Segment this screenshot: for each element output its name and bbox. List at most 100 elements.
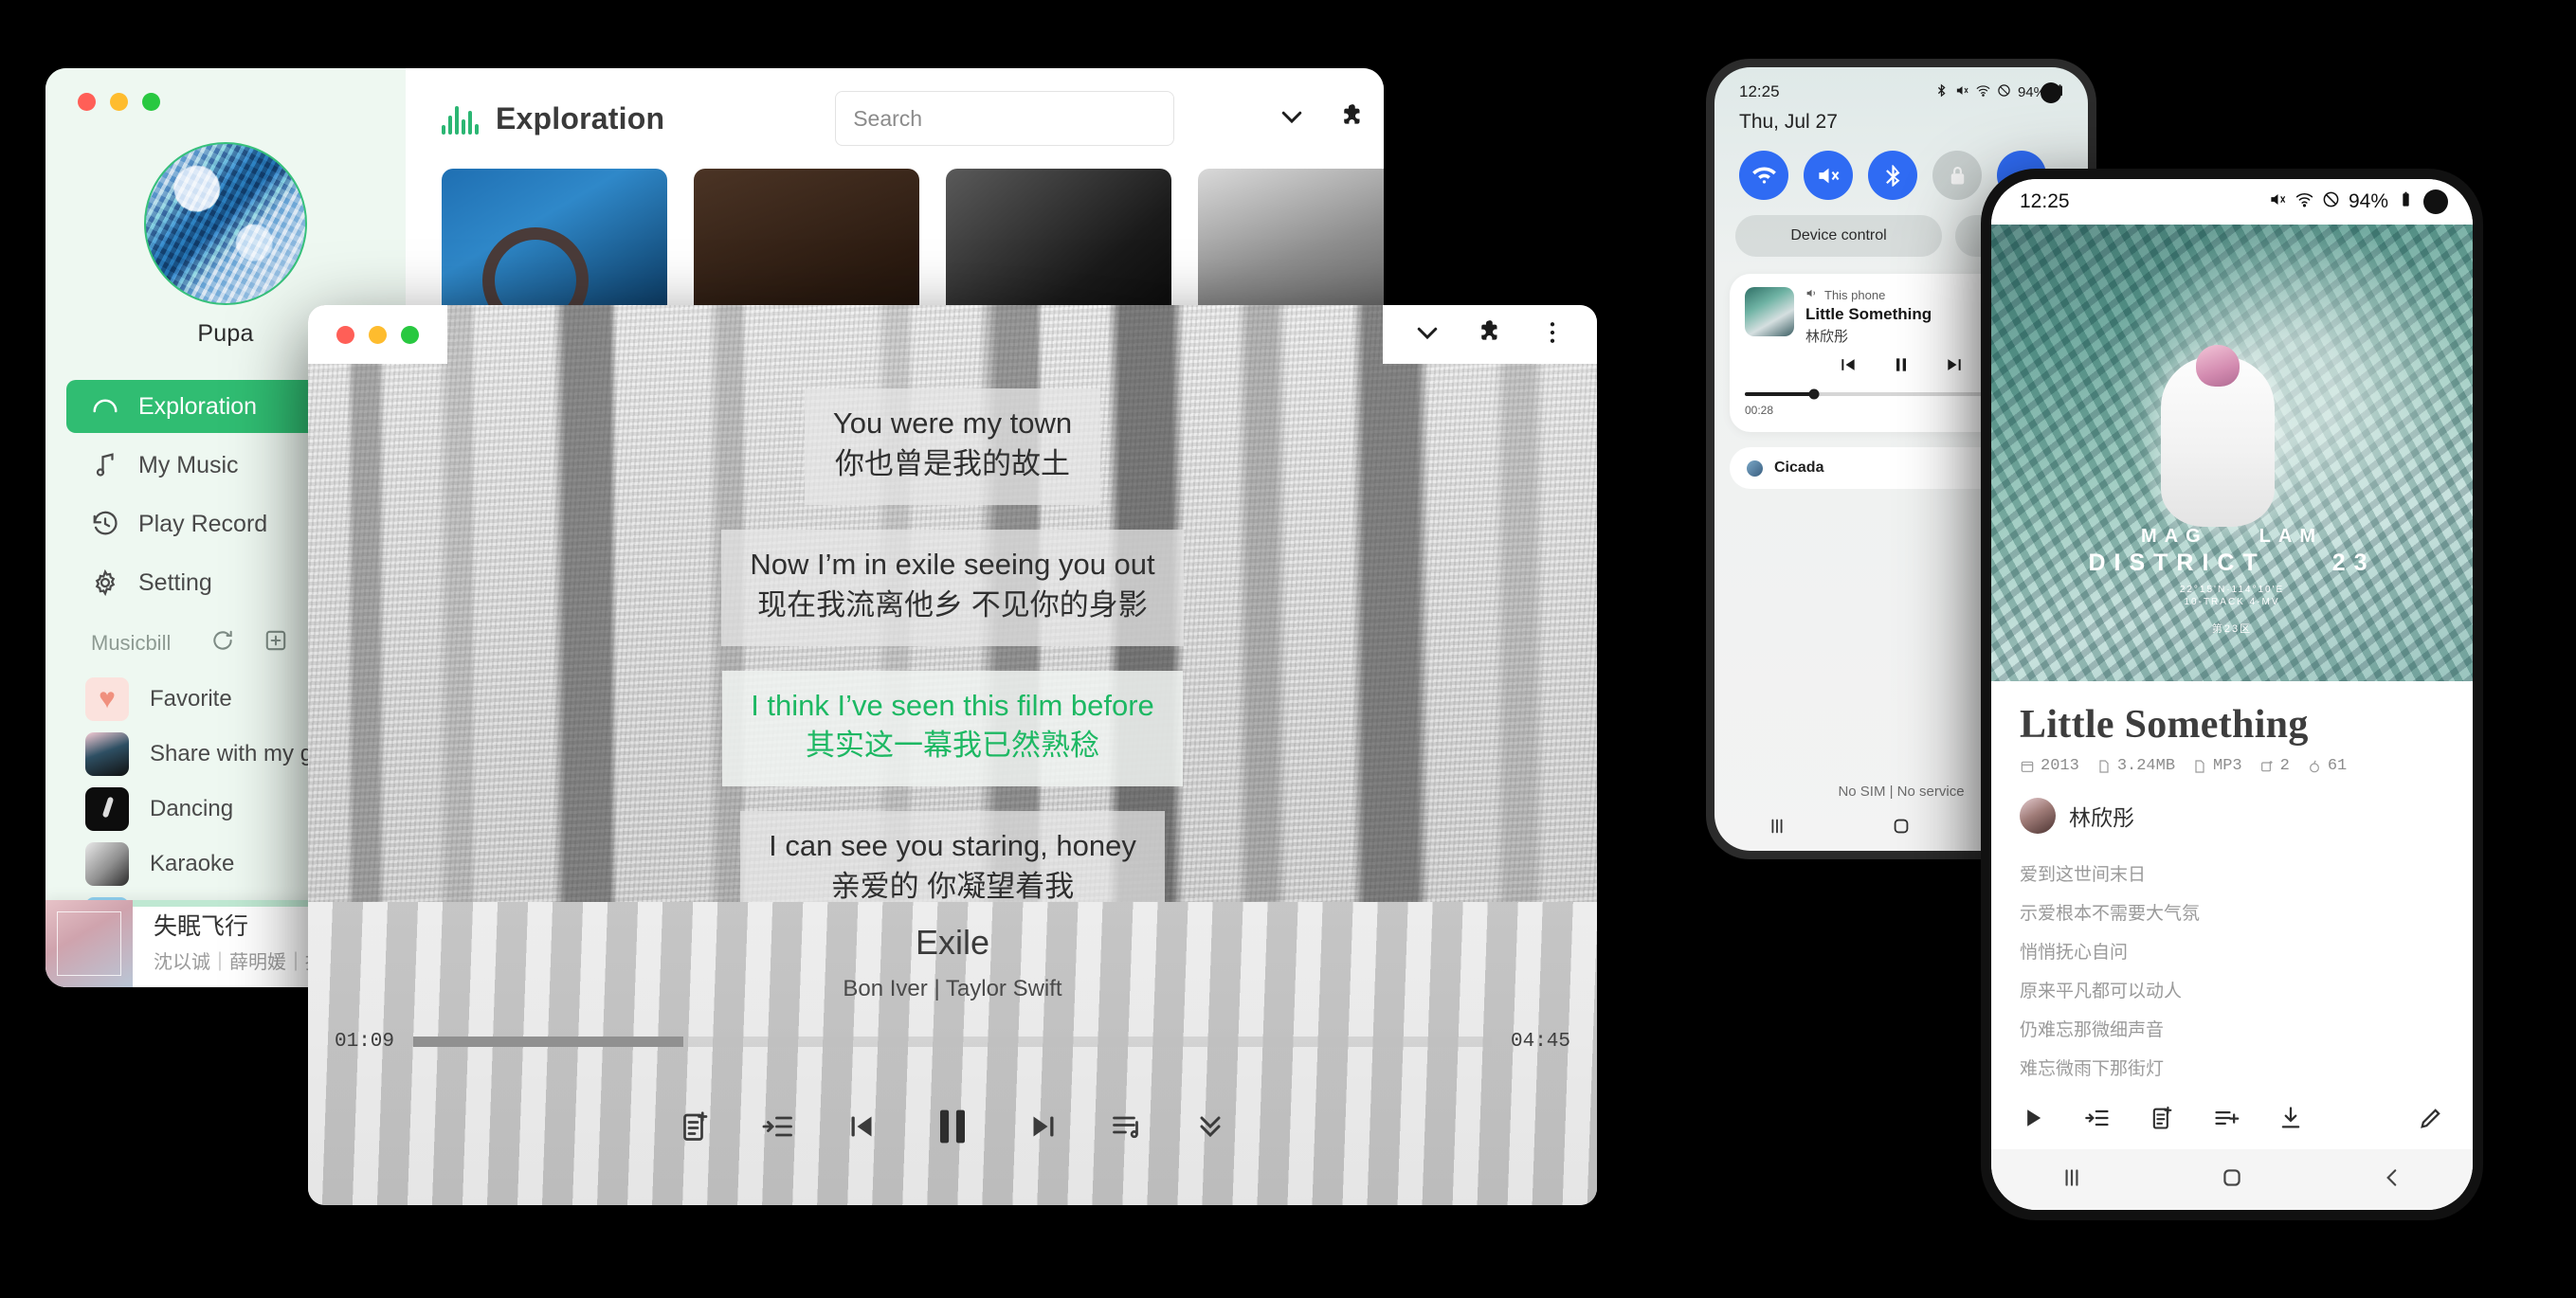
maximize-window-button[interactable] xyxy=(142,93,160,111)
bluetooth-toggle[interactable] xyxy=(1868,151,1917,200)
next-icon[interactable] xyxy=(1026,1109,1061,1144)
search-input[interactable]: Search xyxy=(835,91,1175,146)
artist-row[interactable]: 林欣彤 xyxy=(2020,798,2444,834)
playlist-cover xyxy=(85,787,129,831)
download-icon[interactable] xyxy=(2277,1105,2304,1136)
close-window-button[interactable] xyxy=(78,93,96,111)
file-icon xyxy=(2096,759,2112,774)
dnd-icon xyxy=(1997,83,2011,101)
puzzle-extension-icon[interactable] xyxy=(1338,102,1367,135)
minimize-window-button[interactable] xyxy=(110,93,128,111)
now-playing-cover xyxy=(45,900,133,987)
media-artist: 林欣彤 xyxy=(1805,329,1849,345)
home-icon[interactable] xyxy=(1891,816,1912,841)
now-playing-artist: 沈以诚｜薛明媛｜接 xyxy=(154,951,324,973)
queue-icon[interactable] xyxy=(1110,1109,1144,1144)
sidebar-item-label: Exploration xyxy=(138,392,258,420)
wifi-icon xyxy=(2295,190,2313,214)
cicada-app-icon xyxy=(1747,460,1763,477)
meta-musicbill-value: 2 xyxy=(2279,757,2290,775)
next-icon[interactable] xyxy=(1945,355,1964,379)
cover-caption: MAG LAM DISTRICT 23 22°15'N·114°10'E 10-… xyxy=(1991,526,2473,636)
playlist-name: Share with my girl xyxy=(150,741,331,766)
chevron-down-icon[interactable] xyxy=(1278,102,1306,135)
puzzle-extension-icon[interactable] xyxy=(1476,318,1504,352)
lyric-line[interactable]: You were my town 你也曾是我的故土 xyxy=(804,388,1101,505)
lyric-en: I can see you staring, honey xyxy=(769,829,1136,863)
camera-punch-hole xyxy=(2041,82,2061,103)
player-song-title: Exile xyxy=(915,923,990,962)
mute-toggle[interactable] xyxy=(1804,151,1853,200)
music-note-icon xyxy=(91,451,119,479)
add-to-musicbill-icon[interactable] xyxy=(678,1109,712,1144)
musicbill-icon xyxy=(2259,759,2275,774)
home-icon[interactable] xyxy=(2220,1165,2244,1195)
playlist-cover xyxy=(85,842,129,886)
phone-song-detail: 12:25 94% MAG LAM DISTRICT 23 22°15'N·11… xyxy=(1981,169,2483,1220)
player-song-artists: Bon Iver | Taylor Swift xyxy=(843,976,1062,1001)
android-navbar xyxy=(1991,1149,2473,1210)
edit-icon[interactable] xyxy=(2418,1105,2444,1136)
meta-size: 3.24MB xyxy=(2096,757,2175,775)
avatar[interactable] xyxy=(144,142,307,305)
play-next-icon[interactable] xyxy=(761,1109,795,1144)
refresh-icon[interactable] xyxy=(210,628,235,658)
previous-icon[interactable] xyxy=(1839,355,1858,379)
lyrics-window-actions[interactable] xyxy=(1383,305,1597,364)
lyric-line[interactable]: I can see you staring, honey 亲爱的 你凝望着我 xyxy=(740,811,1165,902)
recents-icon[interactable] xyxy=(1767,816,1787,841)
playlist-name: Favorite xyxy=(150,686,232,712)
status-bar: 12:25 94% xyxy=(1714,67,2088,101)
add-to-queue-icon[interactable] xyxy=(2213,1105,2240,1136)
play-next-icon[interactable] xyxy=(2084,1105,2111,1136)
device-control-button[interactable]: Device control xyxy=(1735,215,1942,257)
duration-time: 04:45 xyxy=(1510,1031,1570,1053)
back-icon[interactable] xyxy=(2380,1165,2404,1195)
play-icon[interactable] xyxy=(2020,1105,2046,1136)
lyric-en: Now I’m in exile seeing you out xyxy=(750,547,1155,581)
meta-format: MP3 xyxy=(2192,757,2242,775)
playlist-name: Karaoke xyxy=(150,851,235,876)
recents-icon[interactable] xyxy=(2059,1165,2084,1195)
media-source-label: This phone xyxy=(1824,287,1886,302)
meta-play-count: 61 xyxy=(2307,757,2347,775)
elapsed-time: 01:09 xyxy=(335,1031,395,1053)
pause-icon[interactable] xyxy=(1892,355,1911,379)
window-traffic-lights[interactable] xyxy=(78,93,160,111)
status-bar: 12:25 94% xyxy=(1991,179,2473,225)
lyric-row: 仍难忘那微细声音 xyxy=(2020,1020,2165,1040)
lyric-cn: 你也曾是我的故土 xyxy=(835,446,1070,480)
previous-icon[interactable] xyxy=(844,1109,879,1144)
lyrics-window: You were my town 你也曾是我的故土 Now I’m in exi… xyxy=(308,305,1597,1205)
cover-artist-tag2: LAM xyxy=(2259,526,2323,547)
album-cover-hero[interactable]: MAG LAM DISTRICT 23 22°15'N·114°10'E 10-… xyxy=(1991,225,2473,681)
chevron-down-icon[interactable] xyxy=(1413,318,1442,352)
player-panel: Exile Bon Iver | Taylor Swift 01:09 04:4… xyxy=(308,902,1597,1205)
add-to-musicbill-icon[interactable] xyxy=(2149,1105,2175,1136)
lock-rotation-toggle[interactable] xyxy=(1932,151,1982,200)
status-time: 12:25 xyxy=(2020,190,2070,212)
pause-icon[interactable] xyxy=(928,1102,977,1151)
wifi-toggle[interactable] xyxy=(1739,151,1788,200)
sidebar-item-label: My Music xyxy=(138,451,239,478)
waveform-icon xyxy=(442,102,479,135)
lyric-line-active[interactable]: I think I’ve seen this film before 其实这一幕… xyxy=(722,670,1183,787)
lyrics-list[interactable]: You were my town 你也曾是我的故土 Now I’m in exi… xyxy=(308,364,1597,902)
more-vertical-icon[interactable] xyxy=(1538,318,1567,352)
cover-coords: 22°15'N·114°10'E xyxy=(2179,585,2285,595)
artist-avatar xyxy=(2020,798,2056,834)
screenshot-stage: Pupa Exploration My Music Play Record Se… xyxy=(0,0,2576,1298)
add-icon[interactable] xyxy=(263,628,288,658)
seek-bar[interactable] xyxy=(413,1037,1492,1047)
calendar-icon xyxy=(2020,759,2035,774)
song-meta-row: 2013 3.24MB MP3 2 61 xyxy=(2020,757,2444,775)
lyric-row: 爱到这世间末日 xyxy=(2020,865,2147,885)
collapse-icon[interactable] xyxy=(1193,1109,1227,1144)
meta-format-value: MP3 xyxy=(2213,757,2242,775)
shade-date: Thu, Jul 27 xyxy=(1739,111,1838,133)
musicbill-title: Musicbill xyxy=(91,631,172,655)
history-icon xyxy=(91,510,119,538)
media-album-cover xyxy=(1745,287,1794,336)
lyric-line[interactable]: Now I’m in exile seeing you out 现在我流离他乡 … xyxy=(721,529,1184,646)
explore-icon xyxy=(91,392,119,421)
